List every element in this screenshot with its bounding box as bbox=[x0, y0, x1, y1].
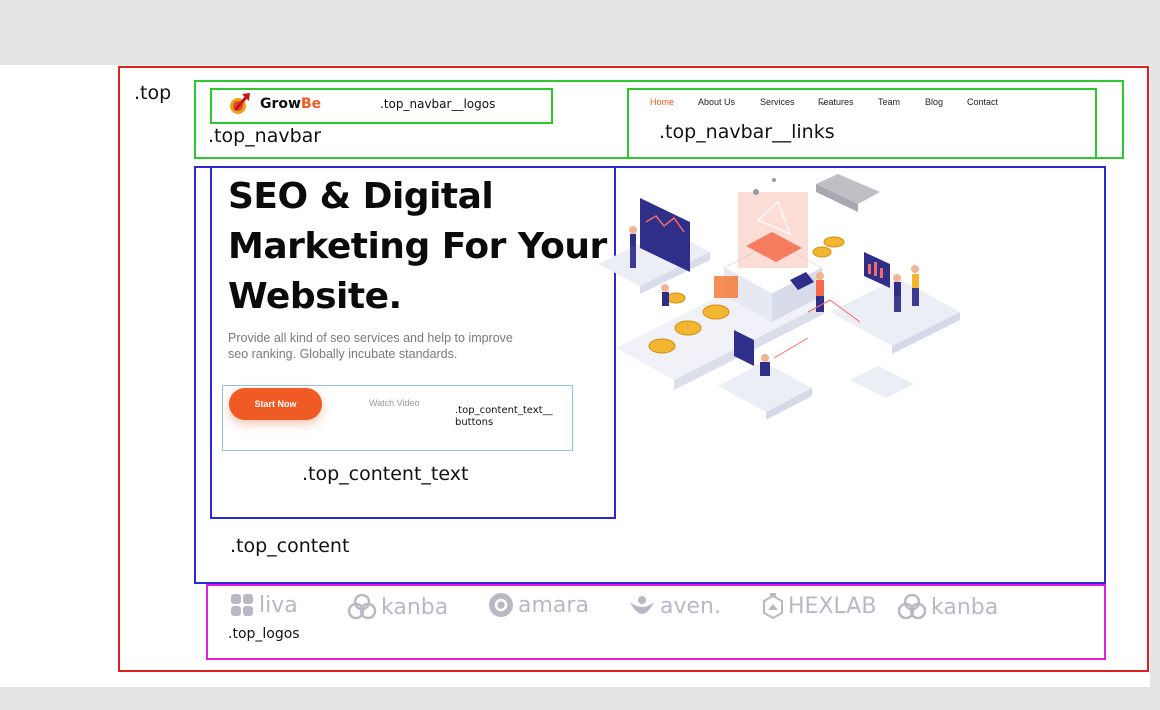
hero-illustration bbox=[598, 174, 960, 420]
nav-services[interactable]: Services bbox=[760, 97, 795, 107]
partner-logo-liva: liva bbox=[229, 592, 298, 618]
nav-features-label: Features bbox=[818, 97, 854, 107]
brand-part-1: Grow bbox=[260, 96, 301, 112]
illus-tile-small bbox=[850, 366, 914, 398]
partner-name-amara: amara bbox=[518, 592, 589, 618]
brand-part-2: Be bbox=[300, 96, 322, 112]
nav-features[interactable]: Features ⌄ bbox=[818, 97, 854, 108]
label-top-navbar-logos: .top_navbar__logos bbox=[380, 97, 496, 111]
partner-logo-kanba-2: kanba bbox=[897, 592, 998, 622]
label-top-navbar: .top_navbar bbox=[208, 125, 322, 147]
nav-team[interactable]: Team bbox=[878, 97, 900, 107]
partner-logo-amara: amara bbox=[488, 592, 589, 618]
label-top-content-text: .top_content_text bbox=[302, 463, 469, 485]
hero-title: SEO & Digital Marketing For Your Website… bbox=[228, 172, 608, 322]
partner-logo-hexlab: HEXLAB bbox=[762, 592, 876, 620]
hexlab-logo-icon bbox=[763, 593, 783, 620]
partner-name-kanba-1: kanba bbox=[381, 594, 449, 620]
start-now-button[interactable]: Start Now bbox=[229, 388, 322, 420]
nav-home[interactable]: Home bbox=[650, 97, 674, 107]
nav-contact[interactable]: Contact bbox=[967, 97, 998, 107]
hero-title-line-1: SEO & Digital bbox=[228, 176, 494, 217]
hero-subtitle: Provide all kind of seo services and hel… bbox=[228, 330, 558, 362]
label-top-content-text-buttons-2: buttons bbox=[455, 417, 494, 428]
hero-subtitle-line-2: seo ranking. Globally incubate standards… bbox=[228, 347, 458, 361]
label-top-content-text-buttons-1: .top_content_text__ bbox=[455, 405, 553, 416]
liva-logo-icon bbox=[231, 594, 253, 616]
label-top-navbar-links: .top_navbar__links bbox=[659, 121, 835, 143]
partner-name-hexlab: HEXLAB bbox=[788, 593, 877, 619]
rocket-arrow-icon bbox=[230, 93, 250, 114]
brand-name: GrowBe bbox=[260, 96, 321, 112]
kanba-logo-icon bbox=[897, 593, 927, 620]
partner-name-liva: liva bbox=[259, 592, 298, 618]
partner-name-aven: aven. bbox=[660, 593, 721, 619]
partner-name-kanba-2: kanba bbox=[931, 594, 999, 620]
watch-video-button[interactable]: Watch Video bbox=[369, 398, 420, 408]
label-top: .top bbox=[134, 82, 172, 104]
brand-logo[interactable]: GrowBe bbox=[228, 91, 321, 117]
aven-logo-icon bbox=[630, 596, 654, 614]
partner-logo-kanba-1: kanba bbox=[347, 592, 448, 622]
nav-about-us[interactable]: About Us bbox=[698, 97, 735, 107]
label-top-logos: .top_logos bbox=[228, 626, 300, 642]
hero-title-line-2: Marketing For Your bbox=[228, 226, 607, 267]
amara-logo-icon bbox=[489, 593, 513, 617]
hero-subtitle-line-1: Provide all kind of seo services and hel… bbox=[228, 331, 513, 345]
hero-title-line-3: Website. bbox=[228, 276, 402, 317]
nav-blog[interactable]: Blog bbox=[925, 97, 943, 107]
kanba-logo-icon bbox=[347, 593, 377, 620]
label-top-content: .top_content bbox=[230, 535, 350, 557]
partner-logo-aven: aven. bbox=[628, 592, 721, 620]
